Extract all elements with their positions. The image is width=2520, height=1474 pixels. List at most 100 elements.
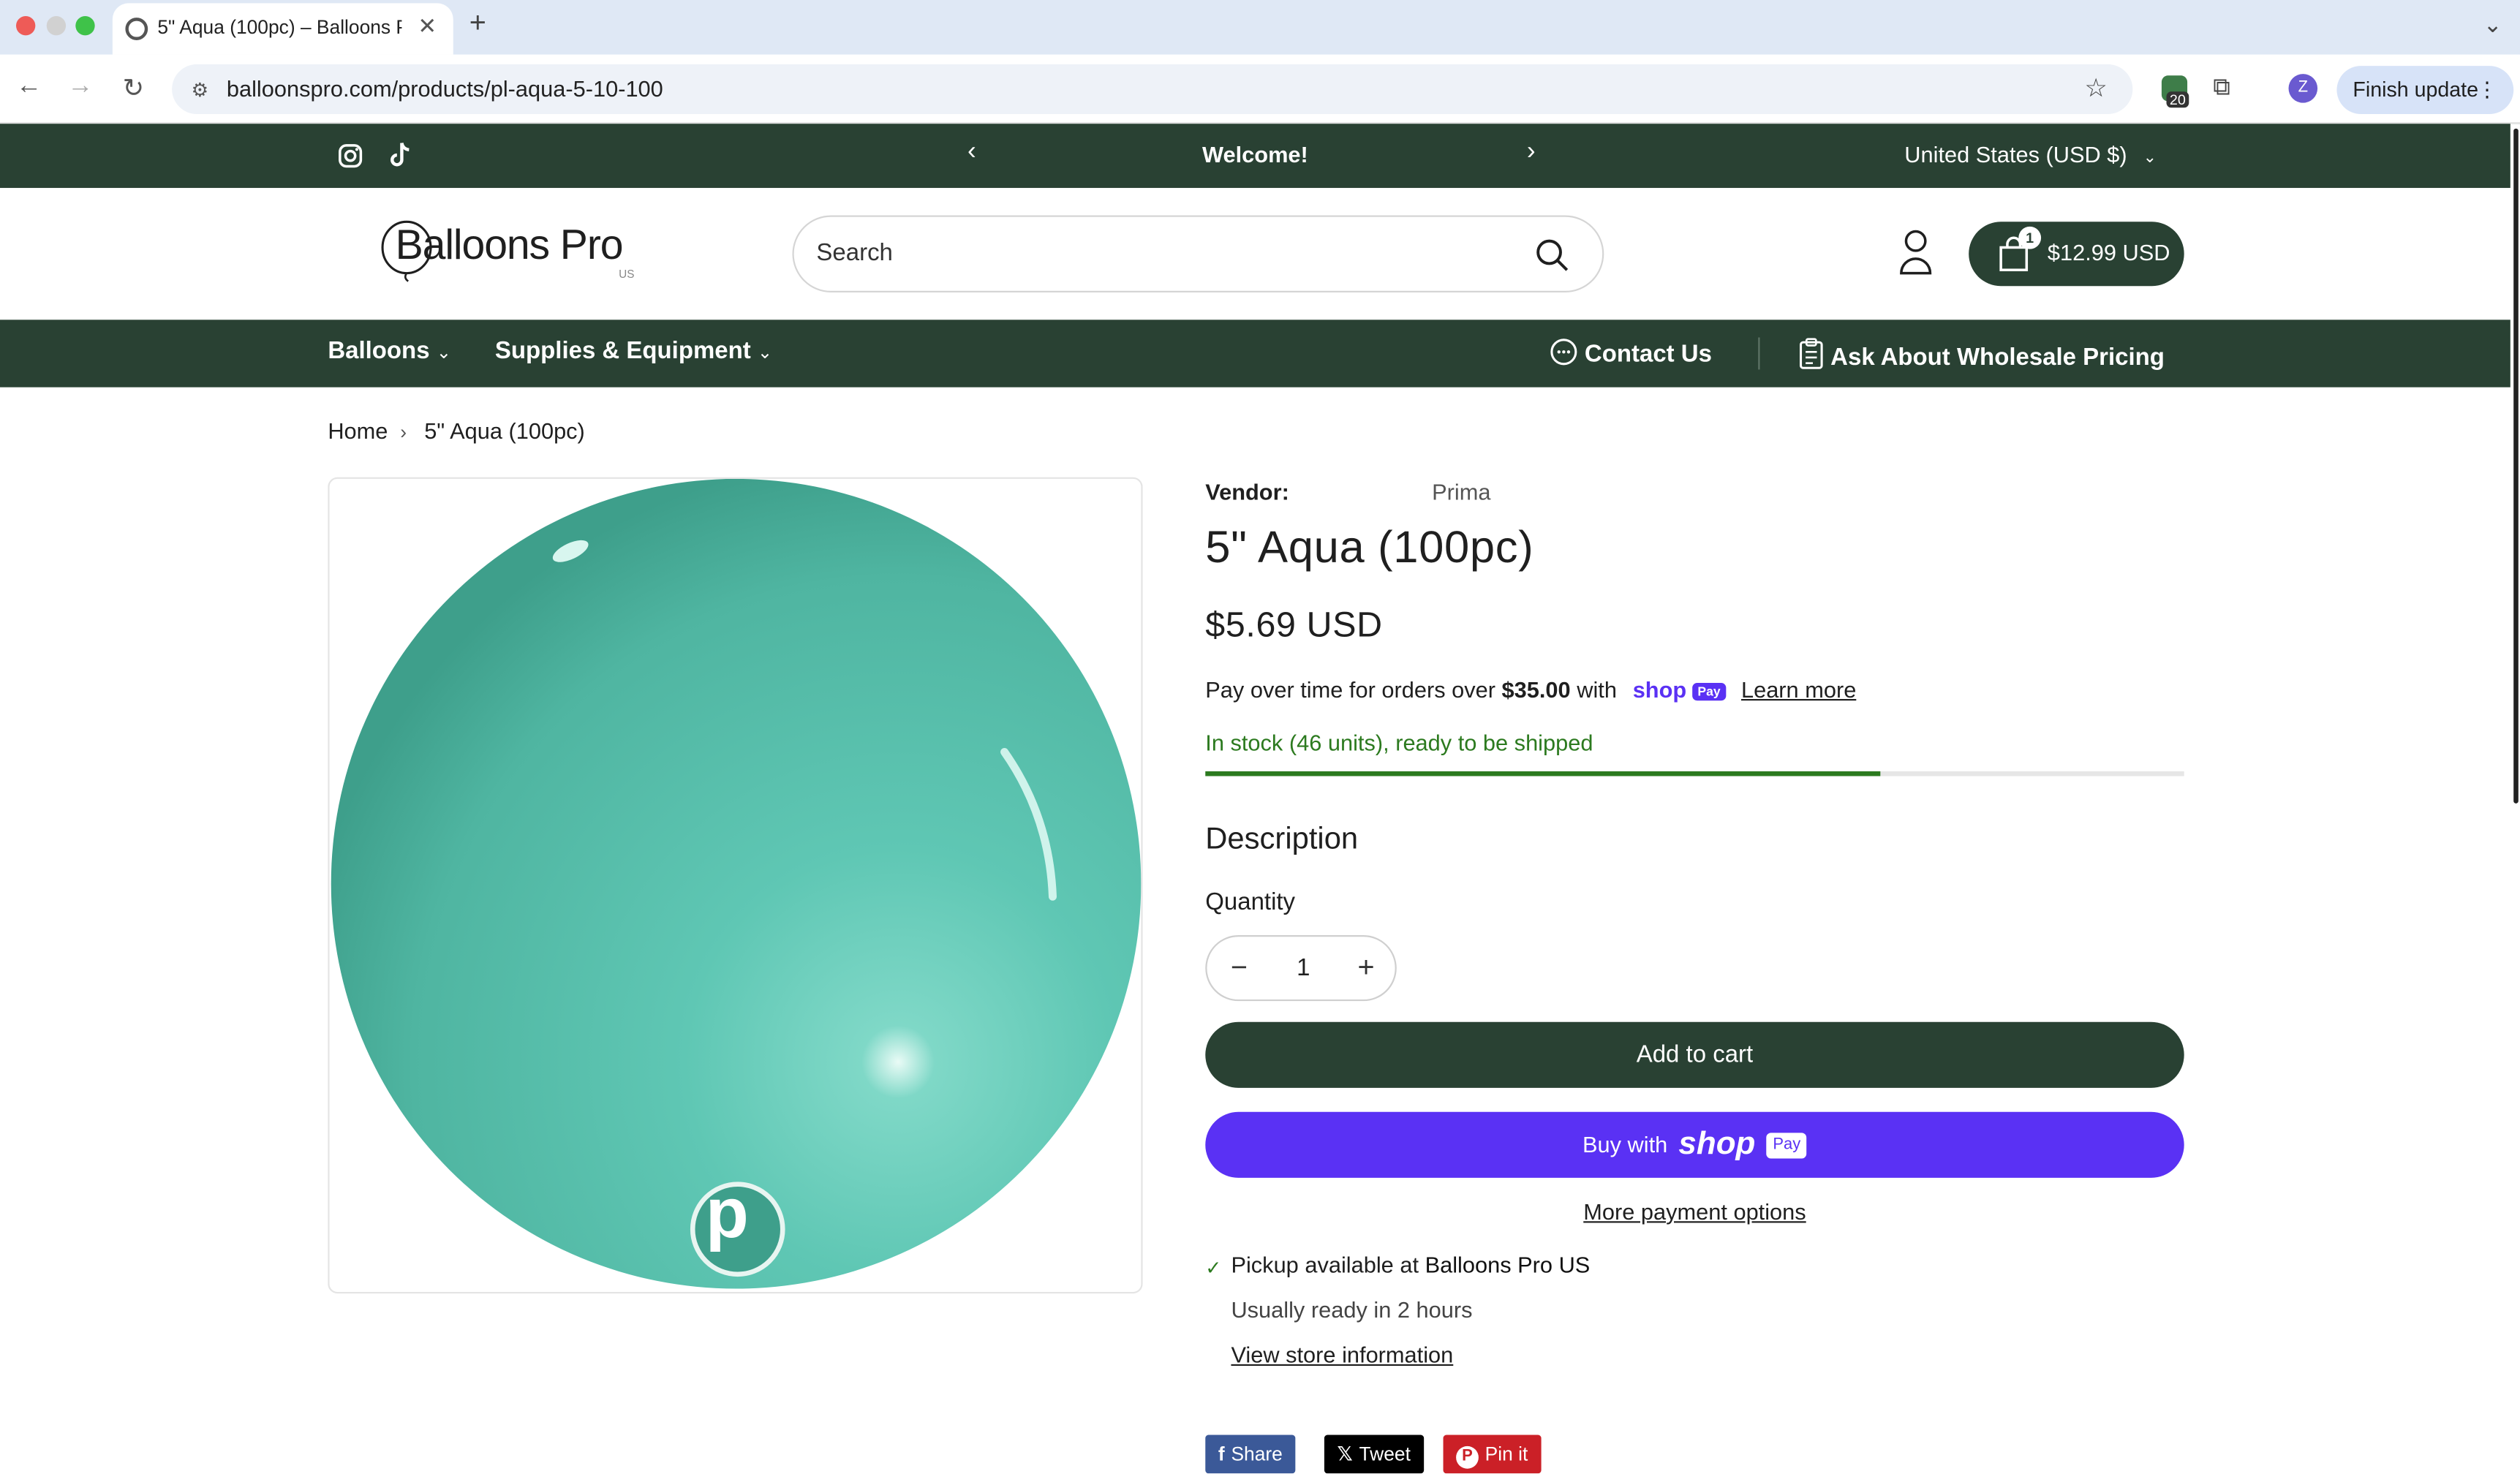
main-menu: Balloons ⌄ Supplies & Equipment ⌄ Contac… bbox=[0, 320, 2520, 388]
buy-with-shoppay-button[interactable]: Buy with shop Pay bbox=[1205, 1111, 2184, 1178]
product-title: 5" Aqua (100pc) bbox=[1205, 522, 1534, 572]
country-selector-label: United States (USD $) bbox=[1904, 141, 2127, 167]
twitter-share-label: Tweet bbox=[1359, 1443, 1411, 1466]
vendor-value: Prima bbox=[1432, 478, 1491, 505]
pinterest-icon: P bbox=[1456, 1445, 1479, 1469]
view-store-info-link[interactable]: View store information bbox=[1231, 1342, 1453, 1367]
stock-status: In stock (46 units), ready to be shipped bbox=[1205, 729, 1593, 755]
x-logo-icon: 𝕏 bbox=[1337, 1443, 1353, 1466]
quantity-stepper: − 1 + bbox=[1205, 935, 1397, 1002]
chevron-down-icon: ⌄ bbox=[436, 344, 451, 363]
shoppay-pay-badge: Pay bbox=[1692, 682, 1726, 700]
search-input[interactable]: Search bbox=[792, 215, 1604, 292]
installments-message: Pay over time for orders over $35.00 wit… bbox=[1205, 676, 1856, 702]
cart-total: $12.99 USD bbox=[2047, 239, 2170, 265]
menu-contact-label: Contact Us bbox=[1584, 340, 1712, 368]
balloons-pro-logo[interactable]: Balloons Pro US bbox=[380, 219, 645, 294]
search-placeholder: Search bbox=[816, 239, 893, 267]
vendor-label: Vendor: bbox=[1205, 478, 1289, 505]
aqua-balloon-image bbox=[331, 479, 1142, 1289]
shoppay-logo: shop Pay bbox=[1633, 676, 1726, 702]
new-tab-button[interactable]: + bbox=[469, 7, 486, 40]
minus-icon[interactable]: − bbox=[1223, 951, 1255, 985]
menu-wholesale-label: Ask About Wholesale Pricing bbox=[1830, 344, 2165, 371]
site-header: Balloons Pro US Search 1 $12.99 USD bbox=[0, 188, 2520, 320]
breadcrumb-home[interactable]: Home bbox=[328, 417, 388, 443]
logo-text: Balloons Pro bbox=[395, 220, 624, 269]
facebook-icon: f bbox=[1218, 1443, 1225, 1466]
pickup-store: Balloons Pro US bbox=[1425, 1252, 1591, 1278]
menu-supplies[interactable]: Supplies & Equipment ⌄ bbox=[495, 338, 772, 365]
pickup-prefix: Pickup available at bbox=[1231, 1252, 1419, 1278]
reload-icon[interactable]: ↻ bbox=[117, 72, 149, 105]
close-window-button[interactable] bbox=[15, 15, 36, 36]
pinterest-share-label: Pin it bbox=[1485, 1443, 1528, 1466]
chat-bubble-icon bbox=[1550, 339, 1577, 366]
announcement-next-chevron-icon[interactable]: › bbox=[1527, 138, 1536, 167]
description-heading: Description bbox=[1205, 823, 1359, 857]
menu-balloons[interactable]: Balloons ⌄ bbox=[328, 338, 451, 365]
extension-badge: 20 bbox=[2166, 91, 2189, 108]
country-selector[interactable]: United States (USD $) ⌄ bbox=[1904, 141, 2157, 167]
tab-title: 5" Aqua (100pc) – Balloons Pro US bbox=[157, 15, 401, 39]
installments-prefix: Pay over time for orders over bbox=[1205, 676, 1495, 703]
finish-update-button[interactable]: Finish update ⋮ bbox=[2336, 66, 2514, 115]
add-to-cart-button[interactable]: Add to cart bbox=[1205, 1021, 2184, 1088]
buy-with-label: Buy with bbox=[1582, 1131, 1668, 1157]
product-price: $5.69 USD bbox=[1205, 604, 1383, 645]
more-payment-options-link[interactable]: More payment options bbox=[1205, 1198, 2184, 1224]
tab-search-button[interactable]: ⌄ bbox=[2475, 7, 2510, 42]
breadcrumb-separator-icon: › bbox=[400, 420, 407, 444]
quantity-input[interactable]: 1 bbox=[1287, 954, 1319, 981]
plus-icon[interactable]: + bbox=[1350, 951, 1382, 985]
site-info-icon[interactable]: ⚙ bbox=[192, 79, 209, 102]
globe-icon bbox=[125, 18, 148, 40]
pinterest-share-button[interactable]: P Pin it bbox=[1443, 1435, 1541, 1474]
extensions-puzzle-icon[interactable]: ⧉ bbox=[2213, 74, 2230, 101]
kebab-menu-icon: ⋮ bbox=[2476, 77, 2498, 102]
menu-wholesale[interactable]: Ask About Wholesale Pricing bbox=[1798, 338, 2165, 371]
shop-wordmark: shop bbox=[1678, 1126, 1756, 1162]
pay-badge: Pay bbox=[1766, 1133, 1808, 1160]
installments-with: with bbox=[1577, 676, 1617, 703]
browser-tab[interactable]: 5" Aqua (100pc) – Balloons Pro US ✕ bbox=[112, 3, 453, 55]
stock-progress-bar bbox=[1205, 771, 2184, 776]
back-arrow-icon[interactable]: ← bbox=[13, 72, 45, 102]
url-text[interactable]: balloonspro.com/products/pl-aqua-5-10-10… bbox=[227, 75, 663, 101]
forward-arrow-icon[interactable]: → bbox=[64, 72, 97, 102]
finish-update-label: Finish update bbox=[2353, 77, 2478, 102]
product-image[interactable]: p bbox=[328, 477, 1143, 1294]
shoppay-word: shop bbox=[1632, 676, 1687, 703]
address-bar[interactable]: ⚙ balloonspro.com/products/pl-aqua-5-10-… bbox=[172, 64, 2133, 115]
profile-avatar[interactable]: Z bbox=[2288, 74, 2318, 103]
menu-supplies-label: Supplies & Equipment bbox=[494, 337, 751, 365]
facebook-share-label: Share bbox=[1231, 1443, 1283, 1466]
close-tab-icon[interactable]: ✕ bbox=[418, 13, 437, 40]
minimize-window-button[interactable] bbox=[46, 15, 67, 36]
page-scrollbar-thumb[interactable] bbox=[2513, 128, 2519, 804]
announcement-bar: ‹ Welcome! › United States (USD $) ⌄ bbox=[0, 124, 2520, 189]
cart-button[interactable]: 1 $12.99 USD bbox=[1969, 222, 2184, 287]
bookmark-star-icon[interactable]: ☆ bbox=[2084, 72, 2108, 105]
browser-toolbar: ← → ↻ ⚙ balloonspro.com/products/pl-aqua… bbox=[0, 54, 2520, 124]
breadcrumb-current: 5" Aqua (100pc) bbox=[424, 417, 585, 444]
search-icon[interactable] bbox=[1535, 238, 1570, 273]
logo-sub: US bbox=[619, 270, 635, 281]
stock-progress-fill bbox=[1205, 771, 1881, 776]
facebook-share-button[interactable]: f Share bbox=[1205, 1435, 1296, 1474]
browser-tab-strip: 5" Aqua (100pc) – Balloons Pro US ✕ + ⌄ bbox=[0, 0, 2520, 55]
installments-amount: $35.00 bbox=[1501, 676, 1571, 703]
cart-count-badge: 1 bbox=[2018, 226, 2042, 249]
pickup-ready-time: Usually ready in 2 hours bbox=[1231, 1296, 1473, 1323]
clipboard-icon bbox=[1799, 338, 1823, 369]
menu-contact[interactable]: Contact Us bbox=[1550, 338, 1712, 368]
menu-divider bbox=[1758, 337, 1760, 370]
check-icon: ✓ bbox=[1205, 1256, 1222, 1280]
account-icon[interactable] bbox=[1898, 228, 1933, 276]
maximize-window-button[interactable] bbox=[75, 15, 95, 36]
twitter-share-button[interactable]: 𝕏 Tweet bbox=[1324, 1435, 1424, 1474]
chevron-down-icon: ⌄ bbox=[2143, 149, 2157, 167]
learn-more-link[interactable]: Learn more bbox=[1741, 676, 1856, 702]
prima-logo-letter: p bbox=[705, 1174, 749, 1254]
chevron-down-icon: ⌄ bbox=[757, 344, 773, 363]
